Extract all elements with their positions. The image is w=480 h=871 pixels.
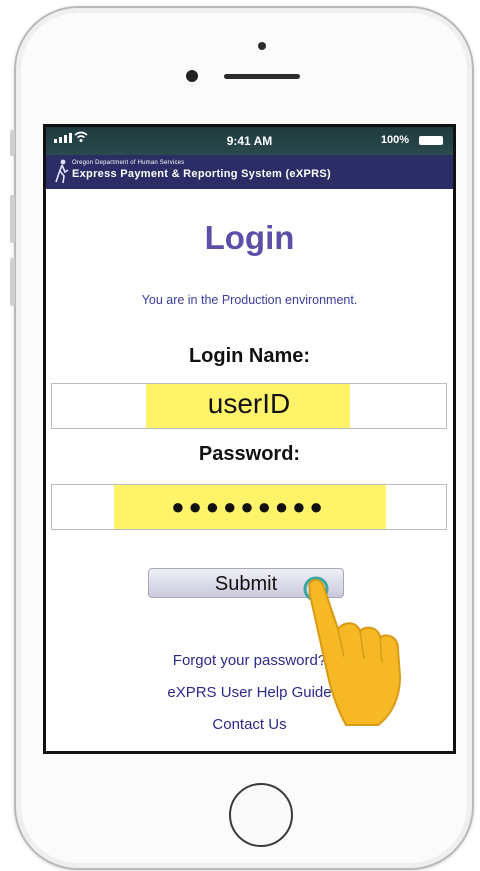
password-value: ●●●●●●●●● xyxy=(171,494,327,519)
agency-name: Oregon Department of Human Services xyxy=(72,160,185,166)
username-field[interactable]: userID xyxy=(51,383,447,429)
earpiece-speaker xyxy=(224,74,300,79)
phone-screen: 9:41 AM 100% Oregon Department of Human … xyxy=(43,124,456,754)
battery-percent: 100% xyxy=(380,134,409,146)
mute-switch[interactable] xyxy=(10,130,15,156)
page-title: Login xyxy=(204,219,295,256)
volume-up-button[interactable] xyxy=(10,195,15,243)
password-label: Password: xyxy=(198,443,301,465)
username-label: Login Name: xyxy=(188,345,311,367)
battery-icon xyxy=(419,136,443,145)
environment-notice: You are in the Production environment. xyxy=(141,293,358,307)
home-button[interactable] xyxy=(229,783,293,847)
password-field[interactable]: ●●●●●●●●● xyxy=(51,484,447,530)
username-value: userID xyxy=(207,388,291,419)
front-sensor xyxy=(258,42,266,50)
volume-down-button[interactable] xyxy=(10,258,15,306)
tap-hand-icon xyxy=(303,576,402,726)
system-name: Express Payment & Reporting System (eXPR… xyxy=(72,168,331,180)
front-camera xyxy=(186,70,198,82)
dhs-logo-icon xyxy=(54,158,70,189)
status-bar: 9:41 AM 100% xyxy=(46,127,453,155)
exprs-banner: Oregon Department of Human Services Expr… xyxy=(46,155,453,189)
